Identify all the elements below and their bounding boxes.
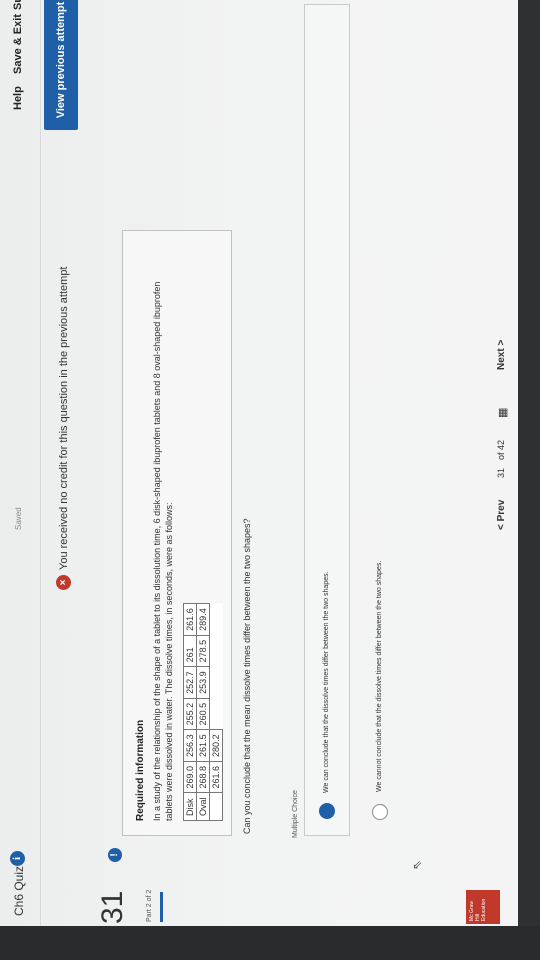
question-number: 31 <box>96 890 129 924</box>
table-row: Disk 269.0 256.3 255.2 252.7 261 261.6 <box>183 603 197 821</box>
current-page: 31 <box>496 467 506 478</box>
table-cell: 268.8 <box>196 761 210 793</box>
dissolve-times-table: Disk 269.0 256.3 255.2 252.7 261 261.6 O… <box>183 603 223 821</box>
table-cell: 261 <box>183 635 197 667</box>
prev-button[interactable]: < Prev <box>496 500 507 530</box>
quiz-page: Ch6 Quiz i Saved Help Save & Exit Subr ×… <box>0 0 518 930</box>
monitor-bezel-right <box>518 0 540 960</box>
table-row: 261.6 280.2 <box>209 604 223 821</box>
required-text: In a study of the relationship of the sh… <box>152 281 174 821</box>
table-cell: 289.4 <box>196 603 210 636</box>
mcgraw-hill-logo: Mc Graw Hill Education <box>466 890 500 924</box>
table-cell: 260.5 <box>196 698 210 730</box>
required-information-box: Required information In a study of the r… <box>122 230 232 836</box>
table-cell: 252.7 <box>183 666 197 699</box>
table-cell: 256.3 <box>183 729 197 762</box>
required-heading: Required information <box>135 719 146 821</box>
radio-selected-icon[interactable] <box>319 803 335 819</box>
save-exit-link[interactable]: Save & Exit <box>12 14 24 74</box>
view-previous-attempt-button[interactable]: View previous attempt <box>44 0 78 130</box>
submit-button[interactable]: Subr <box>12 0 24 10</box>
multiple-choice-label: Multiple Choice <box>292 790 299 838</box>
table-cell: 261.6 <box>209 761 223 793</box>
monitor-bezel-bottom <box>0 926 540 960</box>
info-icon[interactable]: i <box>10 851 25 866</box>
table-cell: Disk <box>183 792 197 821</box>
grid-icon[interactable]: ▦ <box>496 408 509 418</box>
part-indicator: Part 2 of 2 <box>146 889 153 922</box>
table-cell: 261.6 <box>183 603 197 636</box>
table-cell: 278.5 <box>196 635 210 667</box>
choice-a-row[interactable]: We can conclude that the dissolve times … <box>304 4 350 836</box>
choice-a-text: We can conclude that the dissolve times … <box>323 571 330 793</box>
table-cell <box>209 792 223 821</box>
help-link[interactable]: Help <box>12 86 24 110</box>
saved-status: Saved <box>14 507 23 530</box>
page-total: of 42 <box>496 439 506 460</box>
table-cell: 280.2 <box>209 729 223 762</box>
mouse-cursor-icon: ⇖ <box>410 859 424 870</box>
question-prompt: Can you conclude that the mean dissolve … <box>242 518 252 834</box>
top-bar: Ch6 Quiz i Saved Help Save & Exit Subr <box>0 0 41 930</box>
choice-b-text: We cannot conclude that the dissolve tim… <box>376 560 383 792</box>
table-cell: 261.5 <box>196 729 210 762</box>
table-cell: 255.2 <box>183 698 197 730</box>
next-button[interactable]: Next > <box>496 340 507 370</box>
credit-notice: You received no credit for this question… <box>58 266 70 571</box>
error-x-icon: × <box>56 575 71 590</box>
screen: Ch6 Quiz i Saved Help Save & Exit Subr ×… <box>0 0 540 960</box>
table-cell: 269.0 <box>183 761 197 793</box>
table-cell: Oval <box>196 792 210 821</box>
table-cell: 253.9 <box>196 666 210 699</box>
quiz-title: Ch6 Quiz <box>12 865 26 916</box>
radio-unselected-icon[interactable] <box>372 804 388 820</box>
alert-badge-icon: ! <box>108 848 122 862</box>
part-progress-bar <box>160 892 163 922</box>
table-row: Oval 268.8 261.5 260.5 253.9 278.5 289.4 <box>196 603 210 821</box>
